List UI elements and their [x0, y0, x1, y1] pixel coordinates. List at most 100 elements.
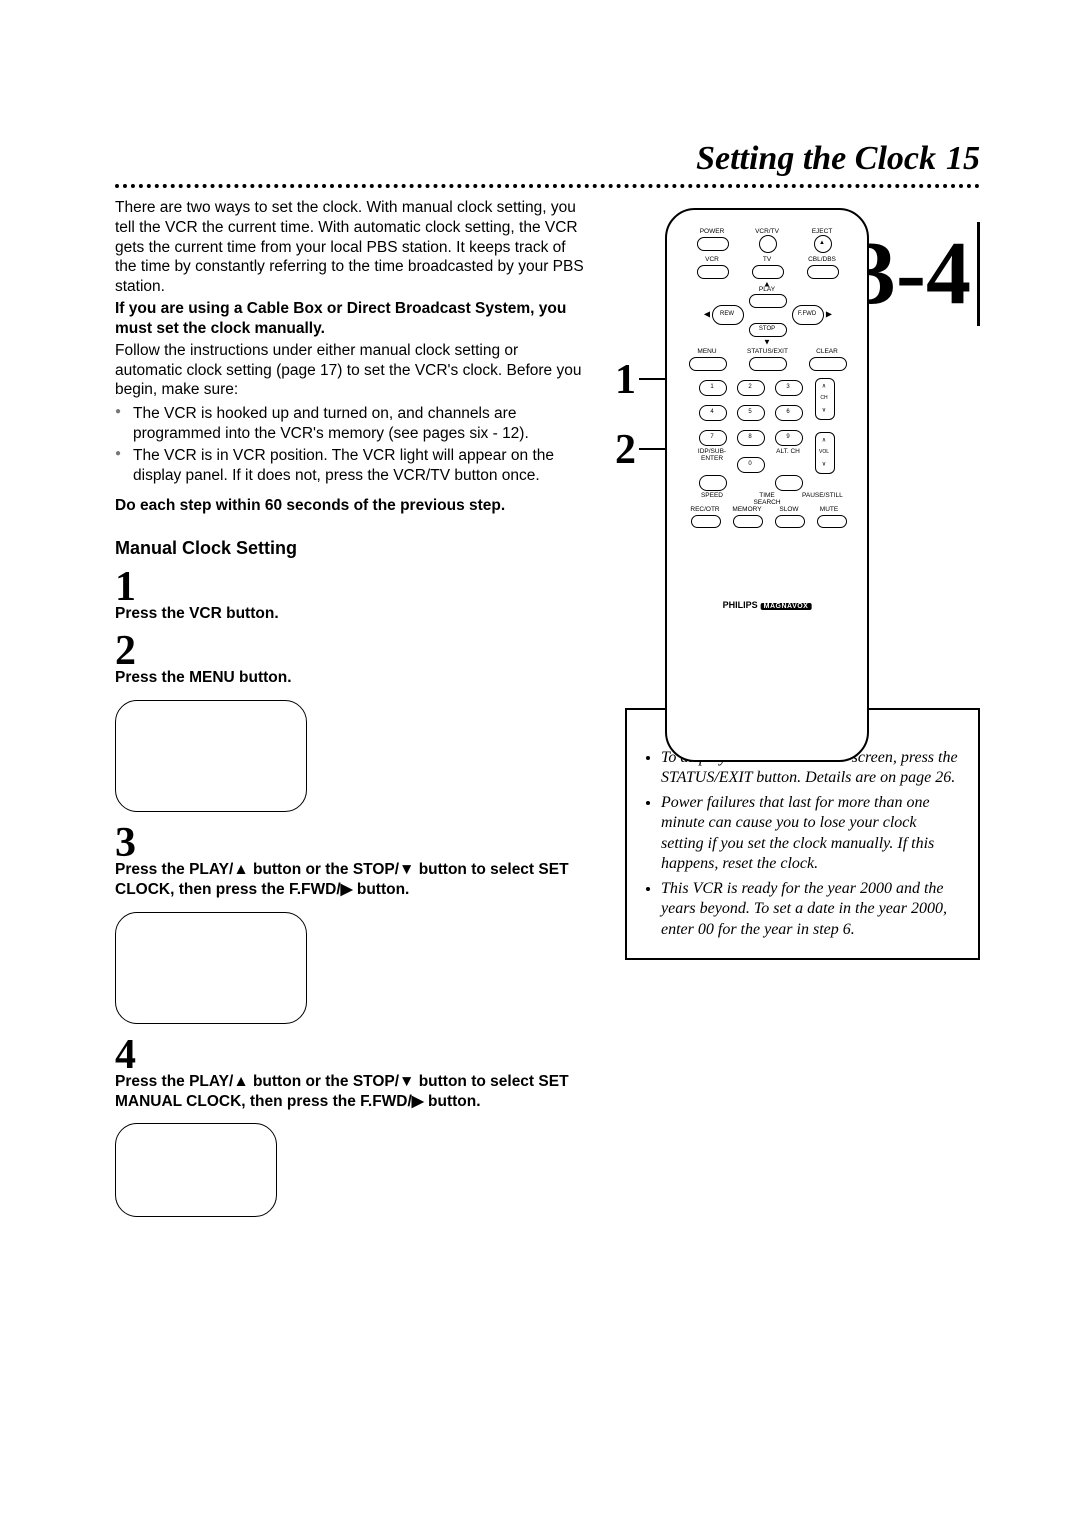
step-number: 4 — [115, 1034, 585, 1076]
page-number: 15 — [946, 140, 980, 178]
cbldbs-button[interactable] — [807, 265, 839, 279]
remote-label: VCR — [692, 256, 732, 263]
callout-2: 2 — [615, 426, 636, 474]
big-step-range: 3-4 — [851, 222, 980, 326]
step-number: 2 — [115, 630, 585, 672]
step-number: 1 — [115, 566, 585, 608]
remote-label: MEMORY — [727, 506, 767, 513]
status-exit-button[interactable] — [749, 357, 787, 371]
remote-label: SLOW — [769, 506, 809, 513]
remote-label: VCR/TV — [747, 228, 787, 235]
remote-label: REW — [720, 311, 734, 317]
chevron-up-icon: ∧ — [822, 383, 826, 390]
remote-label: MUTE — [809, 506, 849, 513]
chevron-left-icon: ◀ — [704, 310, 710, 319]
left-column: There are two ways to set the clock. Wit… — [115, 198, 585, 1227]
chevron-up-icon: ∧ — [822, 437, 826, 444]
intro-bullets: The VCR is hooked up and turned on, and … — [115, 404, 585, 485]
screen-placeholder — [115, 912, 307, 1024]
remote-label: CLEAR — [807, 348, 847, 355]
hint-item: This VCR is ready for the year 2000 and … — [661, 879, 962, 940]
remote-label: STOP — [759, 326, 775, 332]
hint-item: Power failures that last for more than o… — [661, 793, 962, 875]
num-label: 3 — [786, 384, 789, 390]
manual-heading: Manual Clock Setting — [115, 537, 585, 560]
num-label: 6 — [786, 409, 789, 415]
step-text: Press the PLAY/▲ button or the STOP/▼ bu… — [115, 1072, 585, 1112]
tv-button[interactable] — [752, 265, 784, 279]
step-text: Press the PLAY/▲ button or the STOP/▼ bu… — [115, 860, 585, 900]
title-row: Setting the Clock 15 — [115, 140, 980, 178]
slow-button[interactable] — [775, 515, 805, 528]
callout-num: 2 — [615, 427, 636, 473]
remote-label: SPEED — [692, 492, 732, 499]
remote-label: VOL — [819, 449, 829, 455]
remote-label: CBL/DBS — [802, 256, 842, 263]
brand-philips: PHILIPS — [723, 600, 758, 610]
intro-bullet: The VCR is in VCR position. The VCR ligh… — [115, 446, 585, 486]
callout-1: 1 — [615, 356, 636, 404]
remote-label: MENU — [687, 348, 727, 355]
remote-label: ALT. CH — [768, 448, 808, 455]
memory-button[interactable] — [733, 515, 763, 528]
remote-label: POWER — [692, 228, 732, 235]
right-column: 3-4 1 2 POWER VCR/TV EJECT — [625, 198, 980, 1227]
num-label: 2 — [748, 384, 751, 390]
num-label: 7 — [710, 434, 713, 440]
intro-p4-bold: Do each step within 60 seconds of the pr… — [115, 496, 585, 516]
num-label: 1 — [710, 384, 713, 390]
remote-label: TIME SEARCH — [747, 492, 787, 506]
eject-icon: ▲ — [819, 240, 825, 246]
brand-row: PHILIPSMAGNAVOX — [723, 600, 812, 610]
chevron-down-icon: ∨ — [822, 461, 826, 468]
remote-label: CH — [820, 395, 827, 401]
page: Setting the Clock 15 There are two ways … — [0, 0, 1080, 1528]
callout-line — [639, 378, 665, 380]
intro-p3: Follow the instructions under either man… — [115, 341, 585, 400]
step-number: 3 — [115, 822, 585, 864]
clear-button[interactable] — [809, 357, 847, 371]
mute-button[interactable] — [817, 515, 847, 528]
remote-inner: POWER VCR/TV EJECT ▲ VCR TV CBL/DBS PLAY — [667, 210, 867, 760]
callout-line — [639, 448, 665, 450]
screen-placeholder — [115, 700, 307, 812]
remote-label: REC/OTR — [685, 506, 725, 513]
callout-num: 1 — [615, 357, 636, 403]
intro-p1: There are two ways to set the clock. Wit… — [115, 198, 585, 297]
section-title: Setting the Clock — [696, 140, 936, 178]
remote-label: EJECT — [802, 228, 842, 235]
num-label: 5 — [748, 409, 751, 415]
idp-button[interactable] — [699, 475, 727, 491]
vcrtv-button[interactable] — [759, 235, 777, 253]
screen-placeholder — [115, 1123, 277, 1217]
num-label: 8 — [748, 434, 751, 440]
power-button[interactable] — [697, 237, 729, 251]
chevron-right-icon: ▶ — [826, 310, 832, 319]
vcr-button[interactable] — [697, 265, 729, 279]
chevron-down-icon: ∨ — [822, 407, 826, 414]
remote-control: POWER VCR/TV EJECT ▲ VCR TV CBL/DBS PLAY — [665, 208, 869, 762]
intro-block: There are two ways to set the clock. Wit… — [115, 198, 585, 515]
remote-label: TV — [747, 256, 787, 263]
num-label: 9 — [786, 434, 789, 440]
menu-button[interactable] — [689, 357, 727, 371]
step-text: Press the VCR button. — [115, 604, 585, 624]
intro-p2-bold: If you are using a Cable Box or Direct B… — [115, 299, 585, 339]
rec-button[interactable] — [691, 515, 721, 528]
play-button[interactable] — [749, 294, 787, 308]
num-label: 4 — [710, 409, 713, 415]
chevron-up-icon: ▲ — [763, 280, 771, 289]
remote-label: IDP/SUB-ENTER — [687, 448, 737, 462]
columns: There are two ways to set the clock. Wit… — [115, 198, 980, 1227]
num-label: 0 — [748, 461, 751, 467]
remote-label: PAUSE/STILL — [802, 492, 842, 499]
hints-list: To display the time on the TV screen, pr… — [643, 748, 962, 940]
intro-bullet: The VCR is hooked up and turned on, and … — [115, 404, 585, 444]
brand-magnavox: MAGNAVOX — [761, 603, 812, 610]
chevron-down-icon: ▼ — [763, 338, 771, 347]
altch-button[interactable] — [775, 475, 803, 491]
divider-dotted — [115, 184, 980, 188]
big-step-text: 3-4 — [851, 229, 971, 319]
remote-label: F.FWD — [798, 311, 816, 317]
bracket-line — [977, 222, 980, 326]
